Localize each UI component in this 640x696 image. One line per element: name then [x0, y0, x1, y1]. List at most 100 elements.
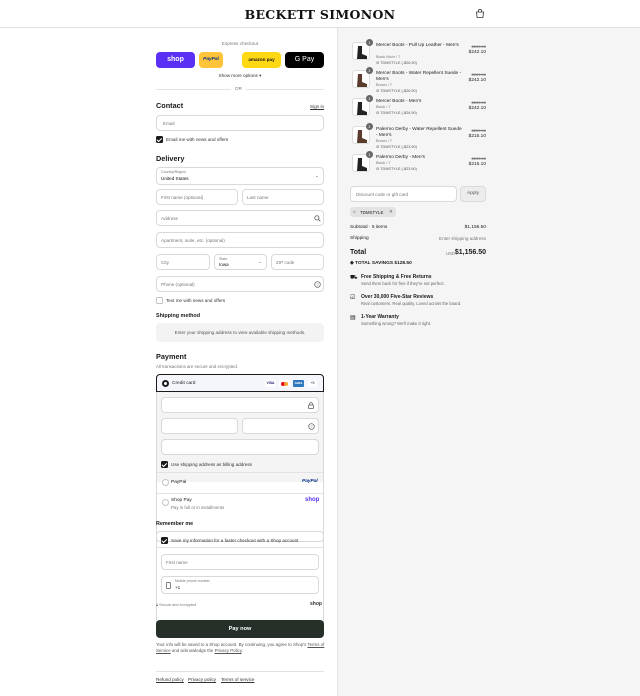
quantity-badge: 1	[366, 67, 373, 74]
terms-of-service-link[interactable]: Terms of service	[221, 677, 254, 682]
apartment-field[interactable]: Apartment, suite, etc. (optional)	[156, 232, 324, 248]
billing-checkbox[interactable]	[161, 461, 168, 468]
item-variant: Black Mohr / 7	[376, 55, 401, 59]
quantity-badge: 1	[366, 95, 373, 102]
paypal-label: PayPal	[171, 480, 187, 485]
mobile-phone-field[interactable]: Mobile phone number +1	[161, 576, 319, 594]
shop-pay-subtitle: Pay in full or in installments	[171, 505, 225, 510]
item-price: $215.10	[468, 134, 486, 139]
item-discount-label: TDMSTYLE (-$23.90)	[380, 167, 417, 171]
order-summary: 1 Mercer Boots - Pull Up Leather - Men's B…	[337, 28, 640, 696]
apply-button[interactable]: Apply	[460, 186, 486, 202]
total-savings: ◈ TOTAL SAVINGS $128.50	[350, 261, 412, 266]
card-number-field[interactable]	[161, 397, 319, 413]
review-icon: ☑	[350, 295, 356, 301]
tag-icon: ⊘	[376, 61, 380, 65]
item-old-price: $239.00	[471, 128, 486, 133]
remove-code-icon[interactable]: ✕	[389, 209, 393, 215]
secure-note: 🔒︎ Secure and encrypted	[156, 603, 196, 607]
amex-icon: AMEX	[293, 380, 304, 387]
item-variant: Black / 7	[376, 105, 391, 109]
show-more-label: Show more options	[218, 73, 258, 78]
phone-placeholder: Phone (optional)	[161, 282, 195, 287]
perk-title: Free Shipping & Free Returns	[361, 274, 432, 280]
payment-subtitle: All transactions are secure and encrypte…	[156, 364, 239, 369]
contact-title: Contact	[156, 101, 184, 110]
legal-text-1: Your info will be saved to a Shop accoun…	[156, 642, 307, 647]
search-icon	[314, 215, 321, 222]
address-field[interactable]: Address	[156, 210, 324, 226]
shop-pay-button[interactable]: shop	[156, 52, 195, 68]
save-info-label: Save my information for a faster checkou…	[171, 538, 299, 543]
remember-first-name-field[interactable]: First name	[161, 554, 319, 570]
item-price: $242.10	[468, 106, 486, 111]
shop-pay-label: Shop Pay	[171, 498, 192, 503]
sign-in-link[interactable]: Sign in	[310, 104, 324, 109]
state-value: Iowa	[219, 262, 229, 267]
item-discount-label: TDMSTYLE (-$26.90)	[380, 61, 417, 65]
item-discount: ⊘ TDMSTYLE (-$23.90)	[376, 144, 417, 149]
paypal-option[interactable]: PayPal PayPal	[157, 473, 323, 493]
phone-field[interactable]: Phone (optional) ?	[156, 276, 324, 292]
visa-icon: VISA	[265, 380, 276, 387]
item-discount: ⊘ TDMSTYLE (-$26.90)	[376, 88, 417, 93]
paypal-radio[interactable]	[162, 479, 169, 486]
zip-field[interactable]: ZIP code	[271, 254, 324, 270]
save-info-checkbox[interactable]	[161, 537, 168, 544]
security-code-field[interactable]: ?	[242, 418, 319, 434]
item-discount: ⊘ TDMSTYLE (-$26.90)	[376, 60, 417, 65]
item-old-price: $269.00	[471, 100, 486, 105]
shop-pay-radio[interactable]	[162, 499, 169, 506]
item-discount: ⊘ TDMSTYLE (-$26.90)	[376, 110, 417, 115]
chevron-down-icon: ⌄	[258, 259, 262, 264]
item-old-price: $269.00	[471, 44, 486, 49]
item-discount-label: TDMSTYLE (-$26.90)	[380, 89, 417, 93]
shop-pay-option[interactable]: Shop Pay Pay in full or in installments …	[157, 494, 323, 518]
shop-pay-logo: shop	[305, 497, 320, 503]
credit-card-radio[interactable]	[162, 380, 169, 387]
last-name-field[interactable]: Last name	[242, 189, 324, 205]
tag-icon: ⌂	[353, 209, 356, 214]
amazon-pay-button[interactable]: amazon pay	[242, 52, 281, 68]
truck-icon: ⛟	[350, 275, 358, 281]
discount-code-field[interactable]: Discount code or gift card	[350, 186, 457, 202]
item-discount-label: TDMSTYLE (-$23.90)	[380, 145, 417, 149]
subtotal-value: $1,156.50	[464, 225, 486, 230]
first-name-field[interactable]: First name (optional)	[156, 189, 238, 205]
text-news-checkbox[interactable]	[156, 297, 163, 304]
more-cards-badge: +5	[308, 380, 317, 387]
expiry-field[interactable]	[161, 418, 238, 434]
logo[interactable]: BECKETT SIMONON	[0, 7, 640, 22]
refund-policy-link[interactable]: Refund policy	[156, 677, 184, 682]
pay-now-button[interactable]: Pay now	[156, 620, 324, 638]
state-select[interactable]: State Iowa ⌄	[214, 254, 267, 270]
google-pay-button[interactable]: G Pay	[285, 52, 324, 68]
email-field[interactable]: Email	[156, 115, 324, 131]
billing-label: Use shipping address as billing address	[171, 462, 252, 467]
credit-card-option[interactable]: Credit card VISA AMEX +5	[156, 374, 324, 392]
paypal-button[interactable]: PayPal	[199, 52, 223, 68]
help-icon[interactable]: ?	[308, 423, 315, 430]
svg-text:?: ?	[316, 282, 319, 287]
chevron-down-icon: ▾	[259, 73, 262, 78]
quantity-badge: 1	[366, 123, 373, 130]
privacy-link[interactable]: Privacy Policy	[215, 648, 242, 653]
country-select[interactable]: Country/Region United States ⌄	[156, 167, 324, 185]
delivery-title: Delivery	[156, 154, 185, 163]
country-label: Country/Region	[161, 170, 186, 174]
privacy-policy-link[interactable]: Privacy policy	[188, 677, 216, 682]
remember-me-title: Remember me	[156, 521, 194, 527]
name-on-card-field[interactable]	[161, 439, 319, 455]
last-name-placeholder: Last name	[247, 195, 269, 200]
remember-first-name-placeholder: First name	[166, 560, 188, 565]
shopping-bag-icon[interactable]	[475, 9, 485, 18]
mobile-phone-value: +1	[175, 585, 181, 590]
help-icon[interactable]: ?	[314, 281, 321, 288]
city-field[interactable]: City	[156, 254, 210, 270]
email-news-label: Email me with news and offers	[166, 137, 229, 142]
email-news-checkbox[interactable]	[156, 136, 163, 143]
or-label: OR	[231, 86, 246, 91]
mastercard-icon	[279, 380, 290, 387]
apartment-placeholder: Apartment, suite, etc. (optional)	[161, 238, 225, 243]
shield-icon: ▤	[350, 315, 356, 321]
